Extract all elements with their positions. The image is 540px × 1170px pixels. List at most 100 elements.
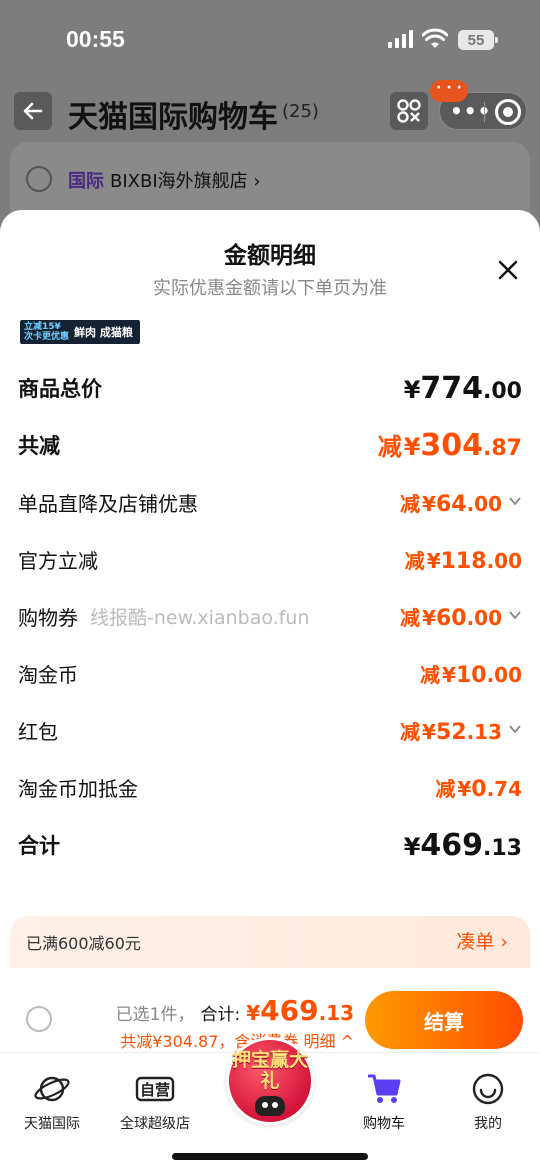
chevron-down-icon[interactable]	[508, 608, 522, 622]
back-arrow-icon	[23, 102, 43, 120]
amount-decimal: .00	[466, 491, 502, 516]
row-value: 减 ¥ 118 .00	[405, 545, 522, 574]
qr-button[interactable]	[390, 92, 428, 130]
promo-banner-right: 鲜肉 成猫粮	[74, 326, 133, 339]
amount-decimal: .87	[483, 436, 522, 461]
promo-banner-left: 立减15¥ 次卡更优惠	[24, 322, 70, 342]
battery-indicator: 55	[458, 30, 498, 50]
tab-global-store[interactable]: 自营 全球超级店	[105, 1071, 205, 1133]
amount-integer: 0	[471, 776, 487, 802]
amount-integer: 10	[455, 662, 487, 688]
currency-symbol: ¥	[426, 548, 441, 573]
center-promo-text: 押宝赢大礼	[231, 1049, 308, 1092]
svg-text:自营: 自营	[140, 1081, 170, 1099]
row-label: 商品总价	[18, 377, 102, 401]
row-label: 红包	[18, 719, 58, 744]
amount-decimal: .74	[486, 776, 522, 801]
amount-detail-sheet: 金额明细 实际优惠金额请以下单页为准 立减15¥ 次卡更优惠 鲜肉 成猫粮 商品…	[0, 210, 540, 1170]
status-bar: 00:55 55	[0, 0, 540, 80]
amount-integer: 469	[420, 827, 484, 863]
smiley-icon	[468, 1071, 508, 1107]
chevron-down-icon[interactable]	[508, 494, 522, 508]
row-official-discount: 官方立减 减 ¥ 118 .00	[18, 539, 522, 579]
tab-bar: 天猫国际 自营 全球超级店 押宝赢大礼 购物车 我的	[0, 1037, 540, 1170]
add-items-link[interactable]: 凑单 ›	[456, 927, 508, 954]
sheet-subtitle: 实际优惠金额请以下单页为准	[153, 278, 387, 299]
row-label: 淘金币加抵金	[18, 776, 138, 801]
amount-decimal: .00	[466, 605, 502, 630]
row-label: 购物券	[18, 605, 78, 630]
amount-decimal: .13	[483, 835, 522, 861]
row-value: ¥ 774 .00	[404, 371, 522, 406]
currency-symbol: ¥	[442, 662, 456, 687]
cellular-signal-icon	[388, 30, 413, 48]
selection-summary: 已选1件， 合计: ¥ 469 .13	[116, 994, 354, 1027]
row-grand-total: 合计 ¥ 469 .13	[18, 825, 522, 865]
currency-symbol: ¥	[403, 433, 421, 461]
row-item-total: 商品总价 ¥ 774 .00	[18, 368, 522, 408]
status-time: 00:55	[66, 26, 125, 52]
row-tao-coin: 淘金币 减 ¥ 10 .00	[18, 653, 522, 693]
currency-symbol: ¥	[403, 375, 421, 404]
amount-integer: 774	[420, 370, 484, 406]
row-label: 单品直降及店铺优惠	[18, 491, 198, 516]
amount-decimal: .13	[318, 1001, 354, 1025]
row-total-discount: 共减 减 ¥ 304 .87	[18, 425, 522, 465]
currency-symbol: ¥	[403, 832, 421, 861]
row-label: 共减	[18, 434, 60, 458]
promo-banner[interactable]: 立减15¥ 次卡更优惠 鲜肉 成猫粮	[20, 320, 140, 344]
row-red-packet[interactable]: 红包 减 ¥ 52 .13	[18, 710, 522, 750]
amount-decimal: .00	[483, 378, 522, 404]
amount-integer: 118	[440, 548, 487, 574]
amount-decimal: .13	[466, 719, 502, 744]
tab-cart[interactable]: 购物车	[334, 1071, 434, 1133]
more-dots-icon[interactable]: •••	[450, 99, 491, 123]
row-value: 减 ¥ 304 .87	[378, 427, 522, 463]
tab-label: 全球超级店	[120, 1116, 190, 1132]
notification-badge: · · ·	[430, 80, 468, 102]
back-button[interactable]	[14, 92, 52, 130]
cart-count: (25)	[282, 101, 319, 122]
close-icon[interactable]	[494, 256, 522, 284]
tab-label: 天猫国际	[24, 1116, 80, 1132]
planet-icon	[32, 1071, 72, 1107]
amount-integer: 304	[420, 428, 484, 463]
row-value: 减 ¥ 64 .00	[400, 488, 522, 517]
tab-label: 购物车	[363, 1116, 405, 1132]
target-icon[interactable]	[495, 99, 521, 125]
selected-count: 已选1件，	[115, 1005, 195, 1025]
tmall-cat-icon	[255, 1096, 285, 1116]
watermark: 线报酷-new.xianbao.fun	[90, 607, 310, 629]
row-value: 减 ¥ 10 .00	[420, 659, 522, 688]
center-promo-badge[interactable]: 押宝赢大礼	[226, 1037, 314, 1125]
row-value: 减 ¥ 60 .00	[400, 602, 522, 631]
cart-icon	[364, 1071, 404, 1107]
amount-integer: 52	[435, 719, 467, 745]
row-value: ¥ 469 .13	[404, 828, 522, 863]
select-all-radio[interactable]	[26, 1006, 52, 1032]
amount-integer: 469	[260, 994, 319, 1027]
row-label: 官方立减	[18, 548, 98, 573]
row-coin-deduction: 淘金币加抵金 减 ¥ 0 .74	[18, 767, 522, 807]
row-label: 淘金币	[18, 662, 78, 687]
capsule-divider	[484, 102, 485, 122]
tab-mine[interactable]: 我的	[438, 1071, 538, 1133]
row-store-discount[interactable]: 单品直降及店铺优惠 减 ¥ 64 .00	[18, 482, 522, 522]
page-title: 天猫国际购物车	[68, 100, 278, 135]
chevron-down-icon[interactable]	[508, 722, 522, 736]
amount-integer: 60	[435, 605, 467, 631]
threshold-promo-text: 已满600减60元	[26, 934, 141, 953]
amount-decimal: .00	[486, 662, 522, 687]
currency-symbol: ¥	[422, 719, 436, 744]
currency-symbol: ¥	[422, 491, 436, 516]
checkout-button[interactable]: 结算	[365, 991, 523, 1049]
currency-symbol: ¥	[246, 1001, 261, 1025]
total-label: 合计:	[200, 1005, 241, 1025]
discount-prefix: 减	[377, 433, 402, 461]
amount-decimal: .00	[486, 548, 522, 573]
discount-prefix: 减	[400, 605, 421, 630]
tab-tmall-global[interactable]: 天猫国际	[2, 1071, 102, 1133]
row-label: 合计	[18, 834, 60, 858]
store-name-link[interactable]: BIXBI海外旗舰店 ›	[110, 167, 261, 193]
store-select-radio[interactable]	[26, 166, 52, 192]
